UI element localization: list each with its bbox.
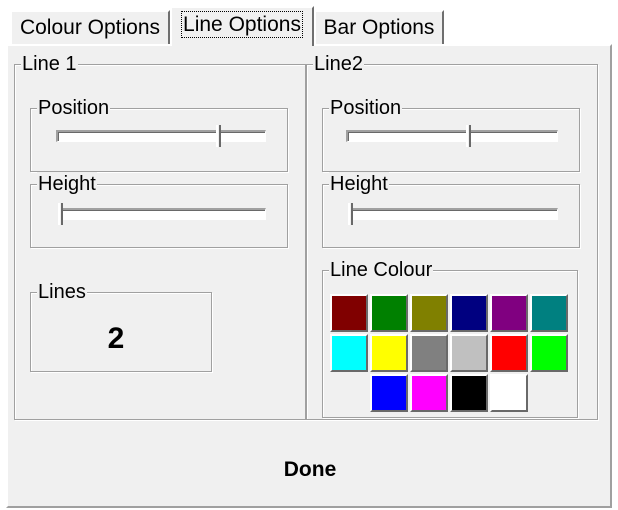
tab-colour-options[interactable]: Colour Options xyxy=(10,10,170,46)
line2-title: Line2 xyxy=(313,52,364,76)
colour-swatch-silver[interactable] xyxy=(450,334,488,372)
line2-position-track[interactable] xyxy=(346,130,558,142)
tab-bar-options-label: Bar Options xyxy=(323,16,435,39)
tab-line-options-label: Line Options xyxy=(181,11,303,38)
line2-height-track[interactable] xyxy=(348,208,558,220)
colour-swatch-purple[interactable] xyxy=(490,294,528,332)
line1-height-label: Height xyxy=(37,172,97,196)
colour-swatch-black[interactable] xyxy=(450,374,488,412)
colour-swatch-blue[interactable] xyxy=(370,374,408,412)
done-button[interactable]: Done xyxy=(230,450,390,490)
line2-height-thumb[interactable] xyxy=(348,203,353,225)
line1-position-thumb[interactable] xyxy=(215,125,221,147)
line1-height-thumb[interactable] xyxy=(58,203,63,225)
tab-colour-options-label: Colour Options xyxy=(19,16,161,39)
line1-position-label: Position xyxy=(37,96,111,120)
tab-line-options[interactable]: Line Options xyxy=(170,6,314,46)
colour-swatch-white[interactable] xyxy=(490,374,528,412)
colour-swatch-gray[interactable] xyxy=(410,334,448,372)
colour-swatch-magenta[interactable] xyxy=(410,374,448,412)
line1-position-track[interactable] xyxy=(56,130,266,142)
lines-count: 2 xyxy=(107,322,125,355)
line1-height-track[interactable] xyxy=(58,208,266,220)
colour-swatch-maroon[interactable] xyxy=(330,294,368,332)
colour-swatch-navy[interactable] xyxy=(450,294,488,332)
colour-swatch-cyan[interactable] xyxy=(330,334,368,372)
colour-swatch-green[interactable] xyxy=(370,294,408,332)
line1-title: Line 1 xyxy=(21,52,78,76)
line-colour-label: Line Colour xyxy=(329,258,434,282)
tab-bar-options[interactable]: Bar Options xyxy=(314,10,444,46)
colour-swatch-yellow[interactable] xyxy=(370,334,408,372)
line2-position-thumb[interactable] xyxy=(466,125,472,147)
line2-position-label: Position xyxy=(329,96,403,120)
colour-swatch-red[interactable] xyxy=(490,334,528,372)
colour-swatch-olive[interactable] xyxy=(410,294,448,332)
line2-height-label: Height xyxy=(329,172,389,196)
lines-label: Lines xyxy=(37,280,87,304)
colour-swatch-lime[interactable] xyxy=(530,334,568,372)
colour-swatch-teal[interactable] xyxy=(530,294,568,332)
